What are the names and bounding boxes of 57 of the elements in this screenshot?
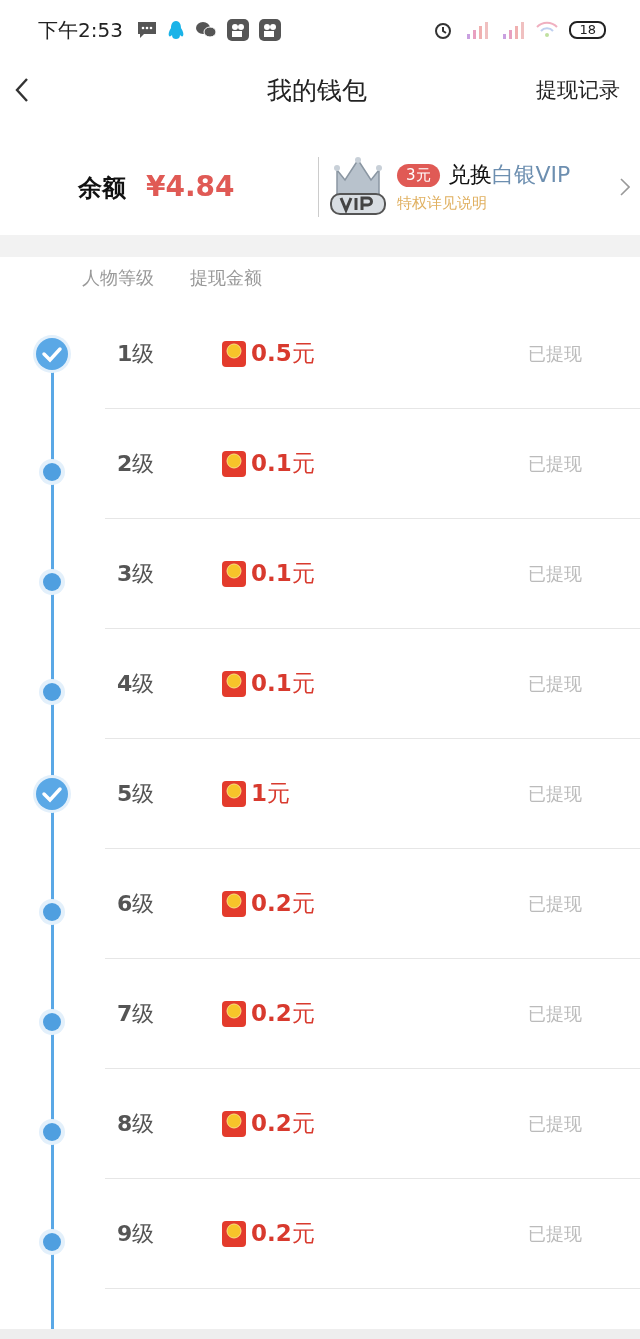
back-icon[interactable] — [14, 77, 30, 103]
withdraw-amount: 1元 — [251, 779, 290, 808]
withdraw-record-link[interactable]: 提现记录 — [536, 76, 620, 104]
withdraw-amount: 0.2元 — [251, 889, 315, 918]
camera-icon — [258, 19, 281, 41]
withdraw-amount: 0.2元 — [251, 999, 315, 1028]
withdraw-amount: 0.1元 — [251, 559, 315, 588]
withdraw-amount: 0.5元 — [251, 339, 315, 368]
column-header: 人物等级 — [82, 266, 154, 290]
vip-crown-icon — [329, 155, 387, 218]
level-text: 1级 — [117, 339, 156, 368]
withdrawn-status: 已提现 — [528, 1111, 582, 1136]
battery-level: 18 — [569, 21, 606, 39]
withdrawn-status: 已提现 — [528, 781, 582, 806]
balance-label: 余额 — [78, 172, 126, 204]
chat-icon — [194, 21, 217, 39]
envelope-icon — [221, 889, 247, 918]
withdraw-amount: 0.2元 — [251, 1109, 315, 1138]
envelope-icon — [221, 779, 247, 808]
withdraw-amount: 0.1元 — [251, 669, 315, 698]
page-title: 我的钱包 — [267, 74, 367, 107]
envelope-icon — [221, 559, 247, 588]
envelope-icon — [221, 669, 247, 698]
message-icon — [136, 21, 157, 39]
level-text: 8级 — [117, 1109, 156, 1138]
price-badge: 3元 — [397, 163, 440, 187]
level-text: 7级 — [117, 999, 156, 1028]
envelope-icon — [221, 1109, 247, 1138]
withdrawn-status: 已提现 — [528, 341, 582, 366]
privilege-note: 特权详见说明 — [397, 194, 488, 213]
withdrawn-status: 已提现 — [528, 671, 582, 696]
column-header: 提现金额 — [190, 266, 262, 290]
chevron-right-icon[interactable] — [620, 177, 630, 196]
envelope-icon — [221, 999, 247, 1028]
penguin-icon — [166, 20, 185, 40]
level-text: 4级 — [117, 669, 156, 698]
envelope-icon — [221, 449, 247, 478]
level-text: 9级 — [117, 1219, 156, 1248]
level-text: 2级 — [117, 449, 156, 478]
withdrawn-status: 已提现 — [528, 451, 582, 476]
balance-amount: ¥4.84 — [146, 169, 235, 203]
level-text: 5级 — [117, 779, 156, 808]
camera-icon — [226, 19, 249, 41]
withdraw-amount: 0.2元 — [251, 1219, 315, 1248]
level-text: 6级 — [117, 889, 156, 918]
envelope-icon — [221, 339, 247, 368]
alarm-icon — [433, 20, 454, 40]
withdrawn-status: 已提现 — [528, 561, 582, 586]
withdraw-amount: 0.1元 — [251, 449, 315, 478]
wifi-icon — [535, 20, 560, 40]
withdrawn-status: 已提现 — [528, 891, 582, 916]
level-text: 3级 — [117, 559, 156, 588]
status-time: 下午2:53 — [38, 16, 123, 44]
envelope-icon — [221, 1219, 247, 1248]
exchange-label[interactable]: 兑换 — [447, 160, 492, 190]
withdrawn-status: 已提现 — [528, 1221, 582, 1246]
withdrawn-status: 已提现 — [528, 1001, 582, 1026]
